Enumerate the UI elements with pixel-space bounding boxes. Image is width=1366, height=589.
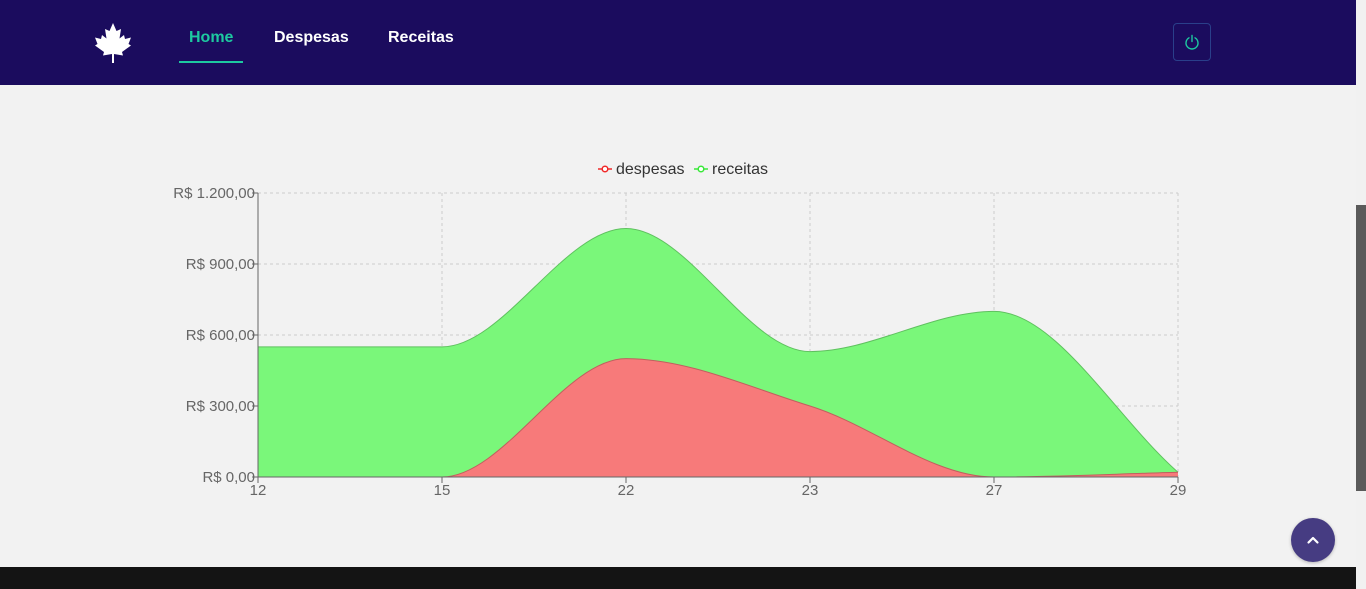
back-to-top-button[interactable] [1291, 518, 1335, 562]
x-tick-label: 12 [250, 482, 267, 499]
legend-marker-despesas [601, 165, 609, 173]
legend-marker-receitas [697, 165, 705, 173]
chevron-up-icon [1307, 536, 1319, 544]
y-tick-label: R$ 600,00 [186, 327, 255, 344]
area-chart: R$ 0,00 R$ 300,00 R$ 600,00 R$ 900,00 R$ 1.2… [173, 161, 1187, 499]
x-tick-label: 22 [618, 482, 635, 499]
legend-label-despesas: despesas [616, 161, 685, 178]
y-tick-label: R$ 1.200,00 [173, 185, 255, 202]
y-tick-label: R$ 0,00 [202, 469, 255, 486]
y-tick-label: R$ 300,00 [186, 398, 255, 415]
x-tick-label: 15 [434, 482, 451, 499]
legend-label-receitas: receitas [712, 161, 768, 178]
y-tick-label: R$ 900,00 [186, 256, 255, 273]
footer [0, 567, 1356, 589]
x-tick-label: 23 [802, 482, 819, 499]
x-tick-label: 27 [986, 482, 1003, 499]
x-tick-label: 29 [1170, 482, 1187, 499]
scrollbar-thumb[interactable] [1356, 205, 1366, 491]
